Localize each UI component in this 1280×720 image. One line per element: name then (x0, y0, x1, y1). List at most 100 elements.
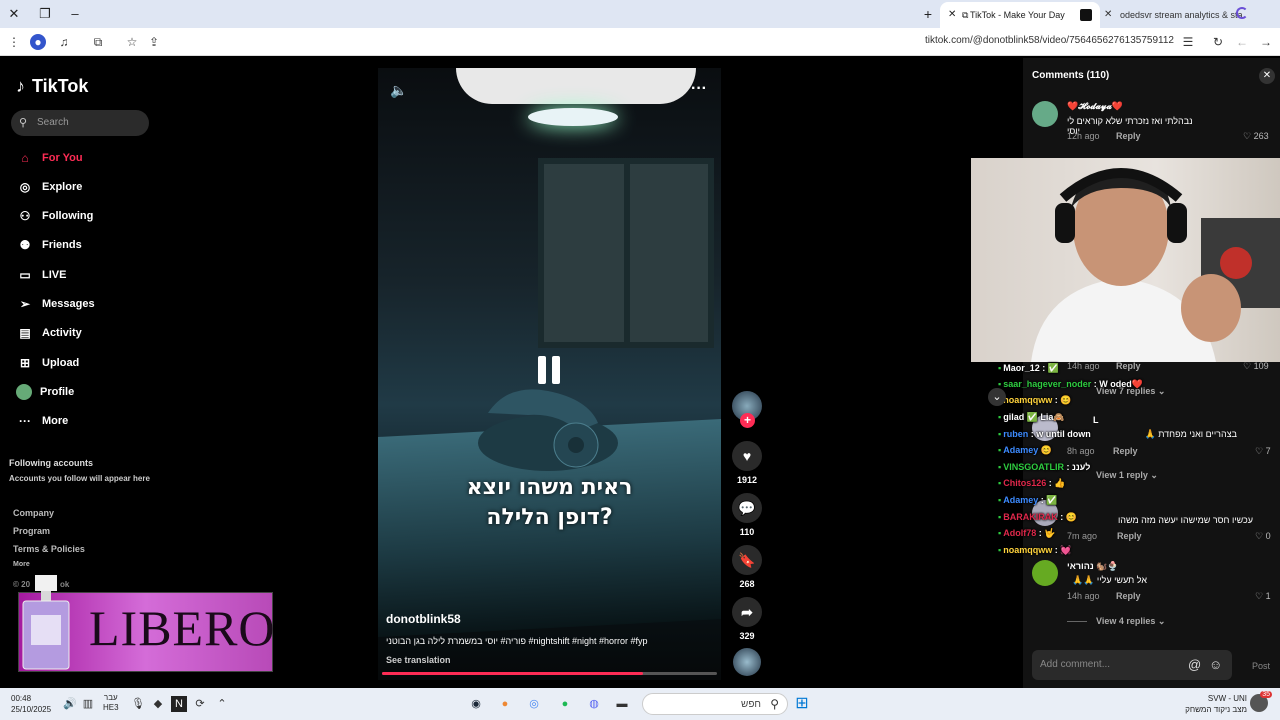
commenter-name[interactable]: ❤️𝓗𝓸𝓭𝓪𝔂𝓪❤️ (1067, 101, 1123, 112)
nav-messages[interactable]: ➢ Messages (16, 293, 95, 315)
comment-likes[interactable]: ♡ 263 (1243, 131, 1269, 142)
comment-likes[interactable]: ♡ 0 (1255, 531, 1271, 542)
comment-action[interactable]: 💬 110 (732, 493, 762, 537)
reply-button[interactable]: Reply (1116, 361, 1141, 371)
bookmark-star-icon[interactable]: ☆ (124, 34, 140, 50)
back-icon[interactable]: → (1258, 34, 1274, 50)
volume-icon[interactable]: 🔈 (390, 82, 407, 99)
comment-likes[interactable]: ♡ 7 (1255, 446, 1271, 457)
microphone-tray-icon[interactable]: 🎙 (130, 696, 146, 712)
extensions-icon[interactable]: ⧉ (90, 34, 106, 50)
new-tab-button[interactable]: + (920, 6, 936, 22)
sync-tray-icon[interactable]: ⟳ (192, 696, 208, 712)
reload-icon[interactable]: ↻ (1210, 34, 1226, 50)
chat-username: BARAKIRAK (1003, 512, 1058, 522)
file-explorer-taskbar-icon[interactable]: ▬ (614, 696, 630, 712)
add-comment-input[interactable]: Add comment... (1032, 650, 1232, 680)
close-window-icon[interactable]: ✕ (6, 6, 22, 22)
tiktok-favicon-icon (1080, 9, 1092, 21)
tab-stream-analytics[interactable]: ✕ odedsvr stream analytics & sta (1100, 2, 1250, 28)
like-action[interactable]: ♥ 1912 (732, 441, 762, 485)
volume-tray-icon[interactable]: 🔊 (62, 696, 78, 712)
language-indicator[interactable]: עבר HE3 (103, 693, 119, 713)
perfume-bottle-icon (22, 575, 70, 670)
nav-profile[interactable]: Profile (16, 381, 74, 403)
chat-message: ▪ Adolf78 : 🤟 (998, 528, 1055, 539)
discord-taskbar-icon[interactable]: ◍ (586, 696, 602, 712)
search-input[interactable]: ⚲ Search (11, 110, 149, 136)
windows-start-icon[interactable]: ⊞ (794, 696, 810, 712)
notion-tray-icon[interactable]: N (171, 696, 187, 712)
nav-label: More (42, 415, 69, 427)
footer-terms[interactable]: Terms & Policies (13, 544, 85, 554)
footer-more[interactable]: More (13, 561, 30, 568)
chevron-down-icon[interactable]: ⌄ (988, 388, 1006, 406)
menu-dots-icon[interactable]: ⋮ (6, 34, 22, 50)
view-replies-button[interactable]: View 1 reply ⌄ (1096, 470, 1158, 481)
tiktok-logo[interactable]: ♪ TikTok (16, 76, 88, 97)
nav-following[interactable]: ⚇ Following (16, 205, 94, 227)
music-disc-icon[interactable] (733, 648, 761, 676)
bookmark-icon[interactable]: 🔖 (732, 545, 762, 575)
commenter-avatar[interactable] (1032, 560, 1058, 586)
restore-window-icon[interactable]: ❐ (37, 6, 53, 22)
video-progress-bar[interactable] (382, 672, 717, 675)
forward-icon[interactable]: ← (1234, 34, 1250, 50)
comment-icon[interactable]: 💬 (732, 493, 762, 523)
video-more-icon[interactable]: ··· (691, 80, 707, 98)
nav-more[interactable]: ··· More (16, 410, 68, 432)
video-author[interactable]: donotblink58 (386, 612, 461, 626)
show-hidden-icons-chevron-icon[interactable]: ⌃ (214, 696, 230, 712)
reply-button[interactable]: Reply (1113, 446, 1138, 456)
tab-close-icon[interactable]: ✕ (1104, 2, 1112, 28)
comment-likes[interactable]: ♡ 109 (1243, 361, 1269, 372)
follow-plus-icon[interactable]: + (740, 413, 755, 428)
app-taskbar-icon[interactable]: ● (497, 696, 513, 712)
game-status-widget[interactable]: SVW - UNI מצב ניקוד המשחק (1175, 693, 1247, 715)
view-replies-button[interactable]: View 4 replies ⌄ (1096, 616, 1165, 627)
profile-icon[interactable]: ● (30, 34, 46, 50)
comment-likes[interactable]: ♡ 1 (1255, 591, 1271, 602)
taskbar-search[interactable]: חפש ⚲ (642, 693, 788, 715)
mention-at-icon[interactable]: @ (1188, 657, 1201, 672)
nav-for-you[interactable]: ⌂ For You (16, 147, 82, 169)
steam-taskbar-icon[interactable]: ◉ (468, 696, 484, 712)
commenter-name[interactable]: נהוראי 🐿️🍨 (1067, 561, 1119, 572)
post-button[interactable]: Post (1252, 661, 1270, 671)
clock-date: 25/10/2025 (11, 705, 52, 714)
minimize-window-icon[interactable]: – (67, 6, 83, 22)
reply-button[interactable]: Reply (1116, 131, 1141, 141)
install-app-icon[interactable]: ⇪ (146, 34, 162, 50)
share-icon[interactable]: ➦ (732, 597, 762, 627)
emoji-icon[interactable]: ☺ (1209, 657, 1222, 672)
tab-tiktok[interactable]: ✕ ⧉ TikTok - Make Your Day (940, 2, 1100, 28)
nav-friends[interactable]: ⚉ Friends (16, 234, 82, 256)
video-player[interactable]: 🔈 ··· ראית משהו יוצא דופן הלילה? donotbl… (378, 68, 721, 680)
tab-close-icon[interactable]: ✕ (948, 2, 956, 28)
nav-activity[interactable]: ▤ Activity (16, 322, 81, 344)
share-action[interactable]: ➦ 329 (732, 597, 762, 641)
heart-icon[interactable]: ♥ (732, 441, 762, 471)
app-tray-icon[interactable]: ◆ (150, 696, 166, 712)
footer-company[interactable]: Company (13, 508, 54, 518)
commenter-avatar[interactable] (1032, 101, 1058, 127)
close-comments-icon[interactable]: ✕ (1259, 68, 1275, 84)
url-field[interactable]: tiktok.com/@donotblink58/video/756465627… (925, 35, 1174, 46)
save-action[interactable]: 🔖 268 (732, 545, 762, 589)
media-controls-icon[interactable]: ♫ (56, 34, 72, 50)
footer-program[interactable]: Program (13, 526, 50, 536)
nav-explore[interactable]: ◎ Explore (16, 176, 83, 198)
commenter-name[interactable]: L (1093, 415, 1099, 425)
spotify-taskbar-icon[interactable]: ● (557, 696, 573, 712)
pause-icon[interactable] (538, 356, 562, 384)
notifications-icon[interactable]: 35 (1250, 691, 1272, 712)
see-translation-link[interactable]: See translation (386, 655, 451, 665)
nav-upload[interactable]: ⊞ Upload (16, 352, 79, 374)
site-settings-icon[interactable]: ☰ (1180, 34, 1196, 50)
clock[interactable]: 00:48 25/10/2025 (11, 693, 51, 715)
reply-button[interactable]: Reply (1117, 531, 1142, 541)
nav-live[interactable]: ▭ LIVE (16, 264, 66, 286)
chrome-taskbar-icon[interactable]: ◎ (526, 696, 542, 712)
network-tray-icon[interactable]: ▥ (80, 696, 96, 712)
reply-button[interactable]: Reply (1116, 591, 1141, 601)
